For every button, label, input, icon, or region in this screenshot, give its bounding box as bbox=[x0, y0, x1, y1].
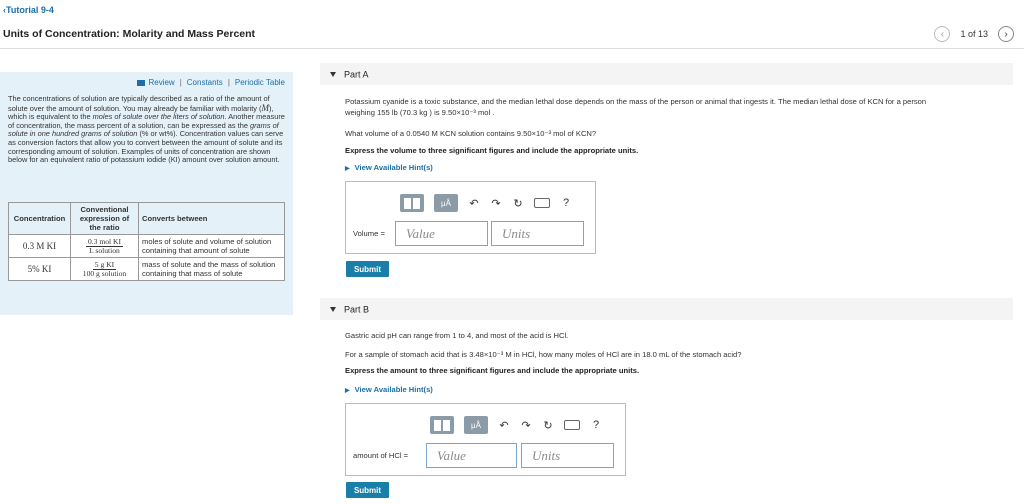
column-header: Conventional expression of the ratio bbox=[70, 202, 139, 235]
separator: | bbox=[179, 78, 182, 87]
info-panel: Review | Constants | Periodic Table The … bbox=[0, 72, 293, 315]
table-row: 5% KI 5 g KI 100 g solution mass of solu… bbox=[8, 257, 285, 281]
part-a-text-line2: weighing 155 lb (70.3 kg ) is 9.50×10⁻³ … bbox=[345, 108, 495, 117]
redo-icon[interactable]: ↷ bbox=[490, 197, 502, 210]
reset-icon[interactable]: ↻ bbox=[542, 419, 554, 432]
next-page-button[interactable]: › bbox=[998, 26, 1014, 42]
molarity-symbol: M bbox=[261, 102, 269, 113]
resource-links: Review | Constants | Periodic Table bbox=[137, 78, 285, 87]
part-b-text-line1: Gastric acid pH can range from 1 to 4, a… bbox=[345, 331, 569, 340]
part-a-toolbar: μÅ ↶ ↷ ↻ ? bbox=[400, 194, 572, 212]
part-b-toolbar: μÅ ↶ ↷ ↻ ? bbox=[430, 416, 602, 434]
volume-units-input[interactable]: Units bbox=[491, 221, 584, 246]
templates-icon[interactable] bbox=[430, 416, 454, 434]
help-icon[interactable]: ? bbox=[560, 197, 572, 209]
fraction-denominator: L solution bbox=[89, 246, 120, 255]
converts-cell: moles of solute and volume of solution c… bbox=[138, 234, 285, 258]
periodic-table-link[interactable]: Periodic Table bbox=[235, 78, 285, 87]
part-a-submit-button[interactable]: Submit bbox=[346, 261, 389, 277]
review-link[interactable]: Review bbox=[137, 78, 175, 87]
units-symbols-button[interactable]: μÅ bbox=[464, 416, 488, 434]
undo-icon[interactable]: ↶ bbox=[498, 419, 510, 432]
conversion-table: Concentration Conventional expression of… bbox=[8, 202, 285, 281]
page-title: Units of Concentration: Molarity and Mas… bbox=[3, 28, 256, 40]
page-counter: 1 of 13 bbox=[960, 29, 988, 39]
amount-label: amount of HCl = bbox=[353, 451, 409, 460]
concentration-cell: 0.3 M KI bbox=[8, 234, 71, 258]
book-icon bbox=[137, 79, 146, 86]
reset-icon[interactable]: ↻ bbox=[512, 197, 524, 210]
part-b-hints-link[interactable]: ▶ View Available Hint(s) bbox=[345, 385, 433, 394]
part-a-instruction: Express the volume to three significant … bbox=[345, 146, 639, 155]
column-header: Converts between bbox=[138, 202, 285, 235]
hints-label: View Available Hint(s) bbox=[354, 163, 433, 172]
collapse-arrow-icon bbox=[330, 72, 336, 78]
part-a-header-bar[interactable] bbox=[320, 63, 1013, 85]
part-b-header-bar[interactable] bbox=[320, 298, 1013, 320]
ratio-fraction: 0.3 mol KI L solution bbox=[85, 238, 124, 255]
amount-units-input[interactable]: Units bbox=[521, 443, 614, 468]
amount-value-input[interactable]: Value bbox=[426, 443, 517, 468]
intro-text-part: The concentrations of solution are typic… bbox=[8, 94, 270, 113]
part-b-instruction: Express the amount to three significant … bbox=[345, 366, 640, 375]
prev-page-button[interactable]: ‹ bbox=[934, 26, 951, 42]
intro-text: The concentrations of solution are typic… bbox=[8, 94, 288, 165]
hints-label: View Available Hint(s) bbox=[354, 385, 433, 394]
collapse-arrow-icon bbox=[330, 307, 336, 313]
part-a-header[interactable]: Part A bbox=[330, 69, 369, 80]
table-header-row: Concentration Conventional expression of… bbox=[8, 202, 285, 235]
column-header: Concentration bbox=[8, 202, 71, 235]
templates-icon[interactable] bbox=[400, 194, 424, 212]
back-to-tutorial-link[interactable]: ‹Tutorial 9-4 bbox=[3, 5, 54, 15]
volume-value-input[interactable]: Value bbox=[395, 221, 488, 246]
units-symbols-button[interactable]: μÅ bbox=[434, 194, 458, 212]
ratio-fraction: 5 g KI 100 g solution bbox=[81, 261, 128, 278]
header-divider bbox=[0, 48, 1024, 49]
part-a-label: Part A bbox=[344, 69, 369, 80]
part-a-hints-link[interactable]: ▶ View Available Hint(s) bbox=[345, 163, 433, 172]
keyboard-icon[interactable] bbox=[534, 198, 550, 208]
ratio-cell: 0.3 mol KI L solution bbox=[70, 234, 139, 258]
table-row: 0.3 M KI 0.3 mol KI L solution moles of … bbox=[8, 234, 285, 258]
part-b-header[interactable]: Part B bbox=[330, 304, 369, 315]
ratio-cell: 5 g KI 100 g solution bbox=[70, 257, 139, 281]
converts-cell: mass of solute and the mass of solution … bbox=[138, 257, 285, 281]
part-b-submit-button[interactable]: Submit bbox=[346, 482, 389, 498]
undo-icon[interactable]: ↶ bbox=[468, 197, 480, 210]
review-label: Review bbox=[148, 78, 175, 87]
separator: | bbox=[227, 78, 230, 87]
concentration-cell: 5% KI bbox=[8, 257, 71, 281]
constants-link[interactable]: Constants bbox=[187, 78, 223, 87]
part-a-question: What volume of a 0.0540 M KCN solution c… bbox=[345, 129, 597, 138]
volume-label: Volume = bbox=[353, 229, 385, 238]
pager: ‹ 1 of 13 › bbox=[934, 26, 1014, 42]
expand-arrow-icon: ▶ bbox=[345, 388, 350, 394]
help-icon[interactable]: ? bbox=[590, 419, 602, 431]
keyboard-icon[interactable] bbox=[564, 420, 580, 430]
fraction-denominator: 100 g solution bbox=[82, 269, 127, 278]
part-b-question: For a sample of stomach acid that is 3.4… bbox=[345, 350, 742, 359]
redo-icon[interactable]: ↷ bbox=[520, 419, 532, 432]
expand-arrow-icon: ▶ bbox=[345, 166, 350, 172]
part-a-text-line1: Potassium cyanide is a toxic substance, … bbox=[345, 97, 927, 106]
part-b-label: Part B bbox=[344, 304, 370, 315]
